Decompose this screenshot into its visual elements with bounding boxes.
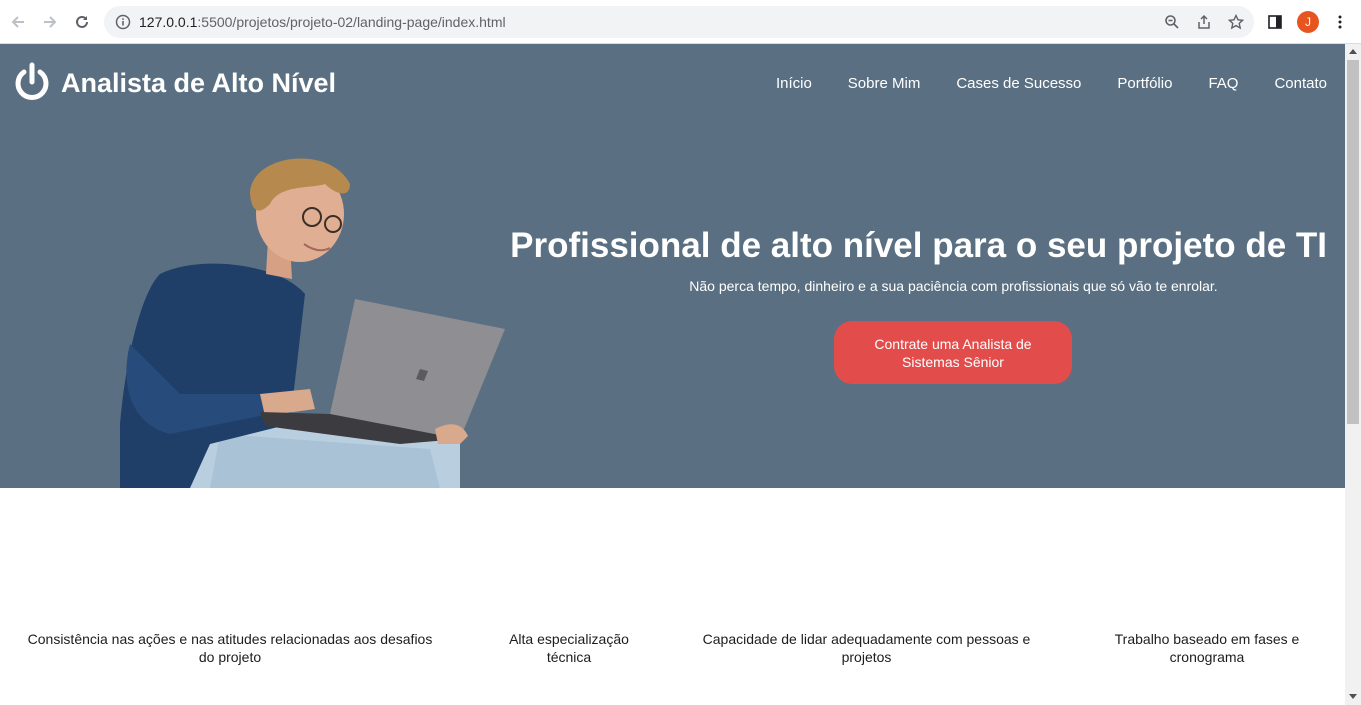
browser-toolbar: 127.0.0.1:5500/projetos/projeto-02/landi… — [0, 0, 1361, 44]
bookmark-star-icon[interactable] — [1226, 12, 1246, 32]
hire-analyst-button[interactable]: Contrate uma Analista de Sistemas Sênior — [834, 321, 1072, 384]
feature-item-pessoas-projetos: Capacidade de lidar adequadamente com pe… — [702, 631, 1031, 665]
page-viewport: Analista de Alto Nível Início Sobre Mim … — [0, 44, 1345, 705]
side-panel-icon — [1268, 15, 1282, 29]
power-icon — [15, 62, 49, 100]
feature-item-fases-cronograma: Trabalho baseado em fases e cronograma — [1114, 631, 1300, 665]
feature-item-consistencia: Consistência nas ações e nas atitudes re… — [27, 631, 433, 665]
kebab-menu-icon — [1338, 15, 1342, 29]
hero-section: Analista de Alto Nível Início Sobre Mim … — [0, 44, 1345, 488]
reload-button[interactable] — [70, 10, 94, 34]
scroll-down-arrow-icon[interactable] — [1349, 694, 1357, 699]
page-scrollbar[interactable] — [1345, 44, 1361, 705]
browser-menu-button[interactable] — [1328, 10, 1352, 34]
forward-button[interactable] — [38, 10, 62, 34]
feature-item-especializacao: Alta especialização técnica — [509, 631, 629, 665]
url-text: 127.0.0.1:5500/projetos/projeto-02/landi… — [139, 14, 506, 30]
brand-name: Analista de Alto Nível — [61, 67, 337, 98]
scroll-up-arrow-icon[interactable] — [1349, 49, 1357, 54]
arrow-left-icon — [11, 16, 24, 28]
profile-avatar[interactable]: J — [1297, 11, 1319, 33]
reload-icon — [76, 15, 88, 28]
menu-item-contato[interactable]: Contato — [1274, 75, 1327, 92]
zoom-icon[interactable] — [1162, 12, 1182, 32]
side-panel-button[interactable] — [1263, 10, 1287, 34]
back-button[interactable] — [6, 10, 30, 34]
hero-photo-man-with-laptop — [120, 158, 505, 488]
brand-logo[interactable]: Analista de Alto Nível — [13, 62, 336, 104]
url-host: 127.0.0.1 — [139, 14, 198, 30]
menu-item-portfolio[interactable]: Portfólio — [1117, 75, 1172, 92]
main-menu: Início Sobre Mim Cases de Sucesso Portfó… — [740, 75, 1327, 92]
scrollbar-thumb[interactable] — [1347, 60, 1359, 424]
address-bar[interactable]: 127.0.0.1:5500/projetos/projeto-02/landi… — [104, 6, 1254, 38]
menu-item-cases[interactable]: Cases de Sucesso — [956, 75, 1081, 92]
menu-item-faq[interactable]: FAQ — [1208, 75, 1238, 92]
url-path: :5500/projetos/projeto-02/landing-page/i… — [197, 14, 506, 30]
hero-title: Profissional de alto nível para o seu pr… — [510, 226, 1327, 265]
arrow-right-icon — [44, 16, 57, 28]
share-icon[interactable] — [1194, 12, 1214, 32]
menu-item-inicio[interactable]: Início — [776, 75, 812, 92]
menu-item-sobre-mim[interactable]: Sobre Mim — [848, 75, 921, 92]
info-icon[interactable] — [113, 12, 133, 32]
hero-subtitle: Não perca tempo, dinheiro e a sua paciên… — [689, 278, 1218, 294]
